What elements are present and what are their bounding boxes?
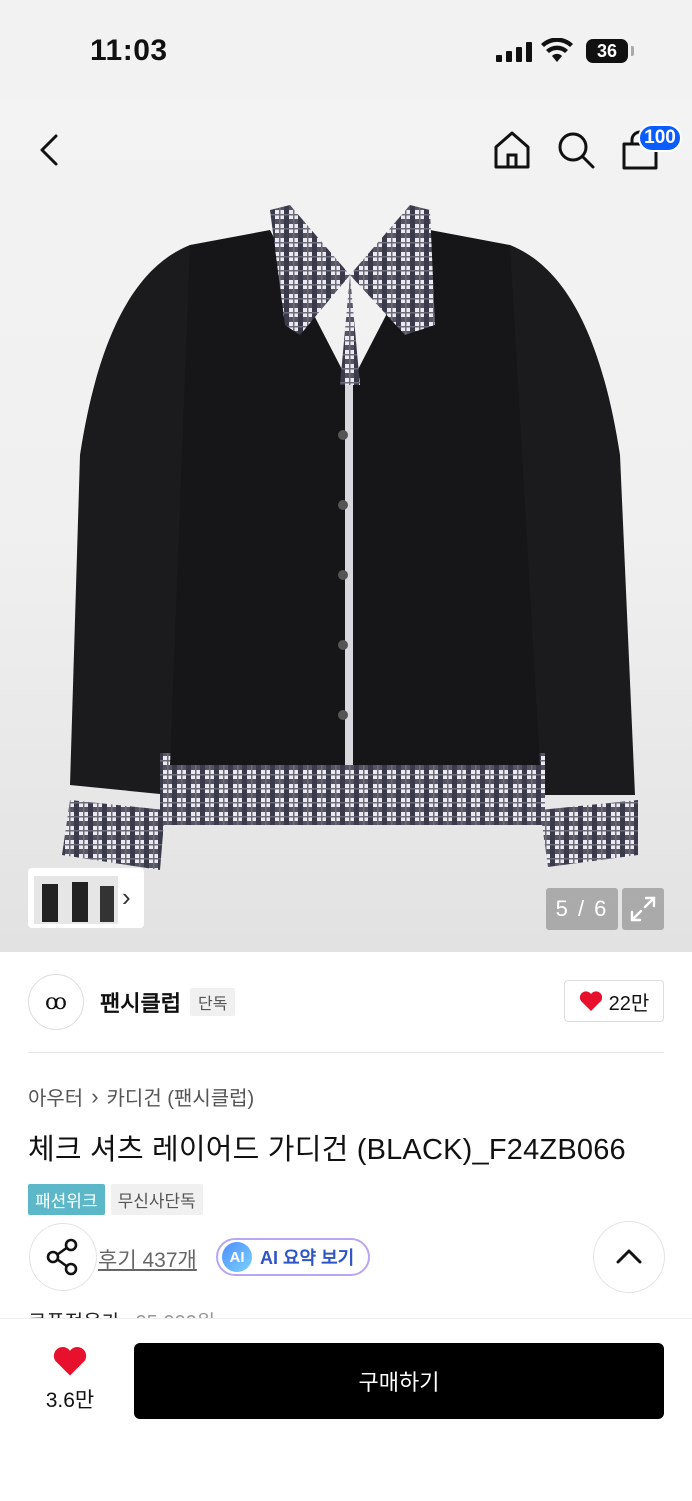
back-arrow-icon[interactable] <box>30 130 70 170</box>
product-title: 체크 셔츠 레이어드 가디건 (BLACK)_F24ZB066 <box>28 1134 626 1166</box>
product-image <box>62 205 638 870</box>
wishlist-count: 3.6만 <box>45 1389 95 1412</box>
scroll-top-button[interactable] <box>594 1222 664 1292</box>
heart-icon <box>579 991 602 1011</box>
buy-button[interactable]: 구매하기 <box>134 1343 664 1419</box>
review-count-link[interactable]: 후기 437개 <box>98 1244 197 1274</box>
home-icon[interactable] <box>490 128 534 172</box>
heart-icon <box>53 1347 87 1376</box>
chevron-right-icon: › <box>122 882 131 912</box>
status-time: 11:03 <box>90 34 168 67</box>
image-counter: 5 / 6 <box>546 888 618 930</box>
cart-count-badge: 100 <box>638 124 682 152</box>
brand-logo[interactable]: ꝏ <box>28 974 84 1030</box>
share-button[interactable] <box>30 1224 96 1290</box>
divider <box>28 1052 664 1053</box>
ai-summary-label: AI 요약 보기 <box>260 1248 355 1268</box>
wishlist-button[interactable]: 3.6만 <box>30 1345 110 1414</box>
brand-like-button[interactable]: 22만 <box>564 980 664 1022</box>
product-tags: 패션위크 무신사단독 <box>28 1184 203 1215</box>
brand-row: ꝏ 팬시클럽 단독 22만 <box>28 974 664 1030</box>
search-icon[interactable] <box>554 128 598 172</box>
wifi-icon <box>541 38 573 62</box>
status-bar: 11:03 36 <box>0 0 692 100</box>
chevron-right-icon: › <box>91 1083 99 1109</box>
product-gallery[interactable]: 100 › 5 / 6 <box>0 100 692 952</box>
cellular-signal-icon <box>496 42 532 62</box>
tag-musinsa-exclusive: 무신사단독 <box>110 1184 203 1215</box>
battery-icon: 36 <box>586 39 628 63</box>
ai-summary-button[interactable]: AI AI 요약 보기 <box>216 1238 371 1276</box>
breadcrumb-subcategory[interactable]: 카디건 (팬시클럽) <box>107 1082 255 1111</box>
brand-like-count: 22만 <box>608 992 650 1015</box>
exclusive-tag: 단독 <box>190 988 236 1016</box>
battery-level: 36 <box>596 40 618 61</box>
brand-name[interactable]: 팬시클럽 <box>100 986 181 1018</box>
expand-icon[interactable] <box>622 888 664 930</box>
bottom-action-bar: 3.6만 구매하기 <box>0 1318 692 1501</box>
ai-badge-icon: AI <box>222 1242 252 1272</box>
thumbnail-image <box>34 876 118 924</box>
breadcrumb-category[interactable]: 아우터 <box>28 1082 83 1111</box>
breadcrumb: 아우터 › 카디건 (팬시클럽) <box>28 1082 254 1111</box>
battery-cap <box>631 46 634 56</box>
thumbnail-strip[interactable]: › <box>28 868 144 928</box>
tag-fashion-week: 패션위크 <box>28 1184 105 1215</box>
